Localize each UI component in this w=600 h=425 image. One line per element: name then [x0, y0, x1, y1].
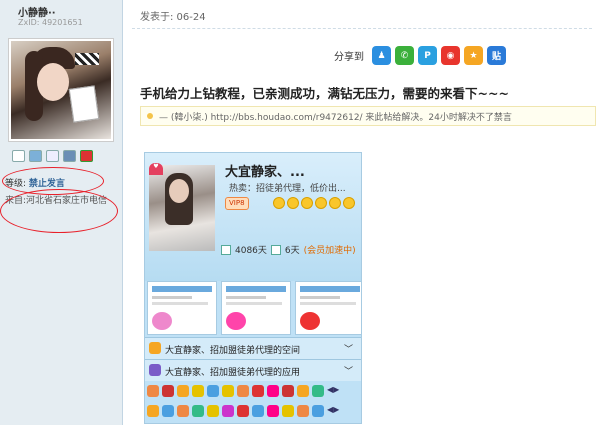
qzone-days: 4086天 6天 (会员加速中)	[221, 243, 356, 256]
badge-icon[interactable]	[147, 385, 159, 397]
avatar-card	[68, 85, 100, 123]
smile-icon	[287, 197, 299, 209]
qzone-icon[interactable]: P	[418, 46, 437, 65]
app-icon[interactable]	[80, 150, 93, 162]
badge-icon[interactable]	[192, 385, 204, 397]
badge-icon[interactable]	[237, 385, 249, 397]
forum-post-screen: 小静静·· ZxID: 49201651 等级: 禁止发言 来自:河北省石家庄市…	[0, 0, 600, 425]
post-content: 发表于: 06-24 分享到 ♟ ✆ P ◉ ★ 贴 手机给力上钻教程，已亲测成…	[124, 0, 600, 425]
chevron-down-icon[interactable]: ﹀	[344, 342, 353, 355]
moon-icon	[315, 197, 327, 209]
badge-icon[interactable]	[207, 405, 219, 417]
avatar-photo	[11, 41, 111, 139]
apps-row-label: 大宜静家、招加盟徒弟代理的应用	[165, 368, 301, 378]
favorite-star-icon[interactable]: ★	[464, 46, 483, 65]
qzone-thumbnails	[147, 281, 361, 335]
badge-icon[interactable]	[222, 405, 234, 417]
badge-row: ◀▶	[147, 405, 361, 417]
thumbnail[interactable]	[295, 281, 361, 335]
thumbnail[interactable]	[221, 281, 291, 335]
add-friend-icon[interactable]	[29, 150, 42, 162]
note-bullet-icon	[147, 113, 153, 119]
username[interactable]: 小静静··	[18, 4, 56, 19]
badge-icon[interactable]	[177, 385, 189, 397]
highlight-oval-location	[0, 189, 118, 233]
speed-icon	[270, 244, 281, 255]
vip-badge: VIP8	[225, 197, 249, 210]
badge-icon[interactable]	[222, 385, 234, 397]
weibo-icon[interactable]: ◉	[441, 46, 460, 65]
level-smiles	[273, 197, 355, 209]
badge-icon[interactable]	[207, 385, 219, 397]
user-sidebar: 小静静·· ZxID: 49201651 等级: 禁止发言 来自:河北省石家庄市…	[0, 0, 123, 425]
profile-icon[interactable]	[46, 150, 59, 162]
avatar-face	[37, 63, 69, 101]
badge-icon[interactable]	[177, 405, 189, 417]
wechat-icon[interactable]: ✆	[395, 46, 414, 65]
moon-icon	[329, 197, 341, 209]
qzone-header: ♥ 大宜静家、... 热卖：招徒弟代理，低价出... VIP8 4086天 6天	[145, 153, 361, 281]
apps-icon	[149, 364, 161, 376]
thumbnail[interactable]	[147, 281, 217, 335]
avatar-pattern	[75, 53, 99, 65]
share-label: 分享到	[334, 52, 364, 63]
badge-icon[interactable]	[267, 405, 279, 417]
badge-icon[interactable]	[312, 385, 324, 397]
qzone-photo-face	[169, 179, 189, 203]
qzone-hot: 热卖：招徒弟代理，低价出...	[229, 184, 346, 194]
post-title: 手机给力上钻教程，已亲测成功，满钻无压力，需要的来看下~~~	[140, 86, 509, 101]
avatar[interactable]	[8, 38, 114, 142]
calendar-icon	[221, 244, 231, 255]
tieba-icon[interactable]: 贴	[487, 46, 506, 65]
qzone-card[interactable]: ♥ 大宜静家、... 热卖：招徒弟代理，低价出... VIP8 4086天 6天	[144, 152, 362, 424]
space-row-label: 大宜静家、招加盟徒弟代理的空间	[165, 346, 301, 356]
badge-icon[interactable]	[282, 385, 294, 397]
badge-icon[interactable]	[252, 385, 264, 397]
post-note: — (韓小柒.) http://bbs.houdao.com/r9472612/…	[140, 106, 596, 126]
days-extra-note: (会员加速中)	[303, 246, 356, 256]
share-bar: 分享到 ♟ ✆ P ◉ ★ 贴	[334, 46, 506, 65]
moon-icon	[343, 197, 355, 209]
badge-row: ◀▶	[147, 385, 361, 397]
qzone-photo	[149, 165, 215, 251]
badge-icon[interactable]	[267, 385, 279, 397]
badge-icon[interactable]	[162, 385, 174, 397]
heart-icon: ♥	[149, 163, 163, 175]
divider	[132, 28, 592, 29]
badge-icon[interactable]	[237, 405, 249, 417]
qq-icon[interactable]: ♟	[372, 46, 391, 65]
post-time: 发表于: 06-24	[140, 12, 206, 23]
album-icon[interactable]	[63, 150, 76, 162]
arrows-icon[interactable]: ◀▶	[327, 405, 339, 417]
badge-icon[interactable]	[192, 405, 204, 417]
smile-icon	[301, 197, 313, 209]
smile-icon	[273, 197, 285, 209]
arrows-icon[interactable]: ◀▶	[327, 385, 339, 397]
user-action-icons	[12, 150, 93, 164]
days-total: 4086天	[235, 246, 267, 256]
badge-icon[interactable]	[252, 405, 264, 417]
badge-icon[interactable]	[147, 405, 159, 417]
star-icon	[149, 342, 161, 354]
user-id: ZxID: 49201651	[18, 18, 83, 27]
days-extra: 6天	[284, 246, 300, 256]
chevron-down-icon[interactable]: ﹀	[344, 364, 353, 377]
badge-icon[interactable]	[297, 405, 309, 417]
badge-icon[interactable]	[282, 405, 294, 417]
qzone-name[interactable]: 大宜静家、...	[225, 161, 305, 180]
message-icon[interactable]	[12, 150, 25, 162]
qzone-space-row[interactable]: 大宜静家、招加盟徒弟代理的空间 ﹀	[145, 337, 361, 359]
badge-icon[interactable]	[162, 405, 174, 417]
post-note-text[interactable]: — (韓小柒.) http://bbs.houdao.com/r9472612/…	[159, 113, 512, 123]
badge-icon[interactable]	[312, 405, 324, 417]
badge-icon[interactable]	[297, 385, 309, 397]
qzone-apps-row[interactable]: 大宜静家、招加盟徒弟代理的应用 ﹀	[145, 359, 361, 381]
